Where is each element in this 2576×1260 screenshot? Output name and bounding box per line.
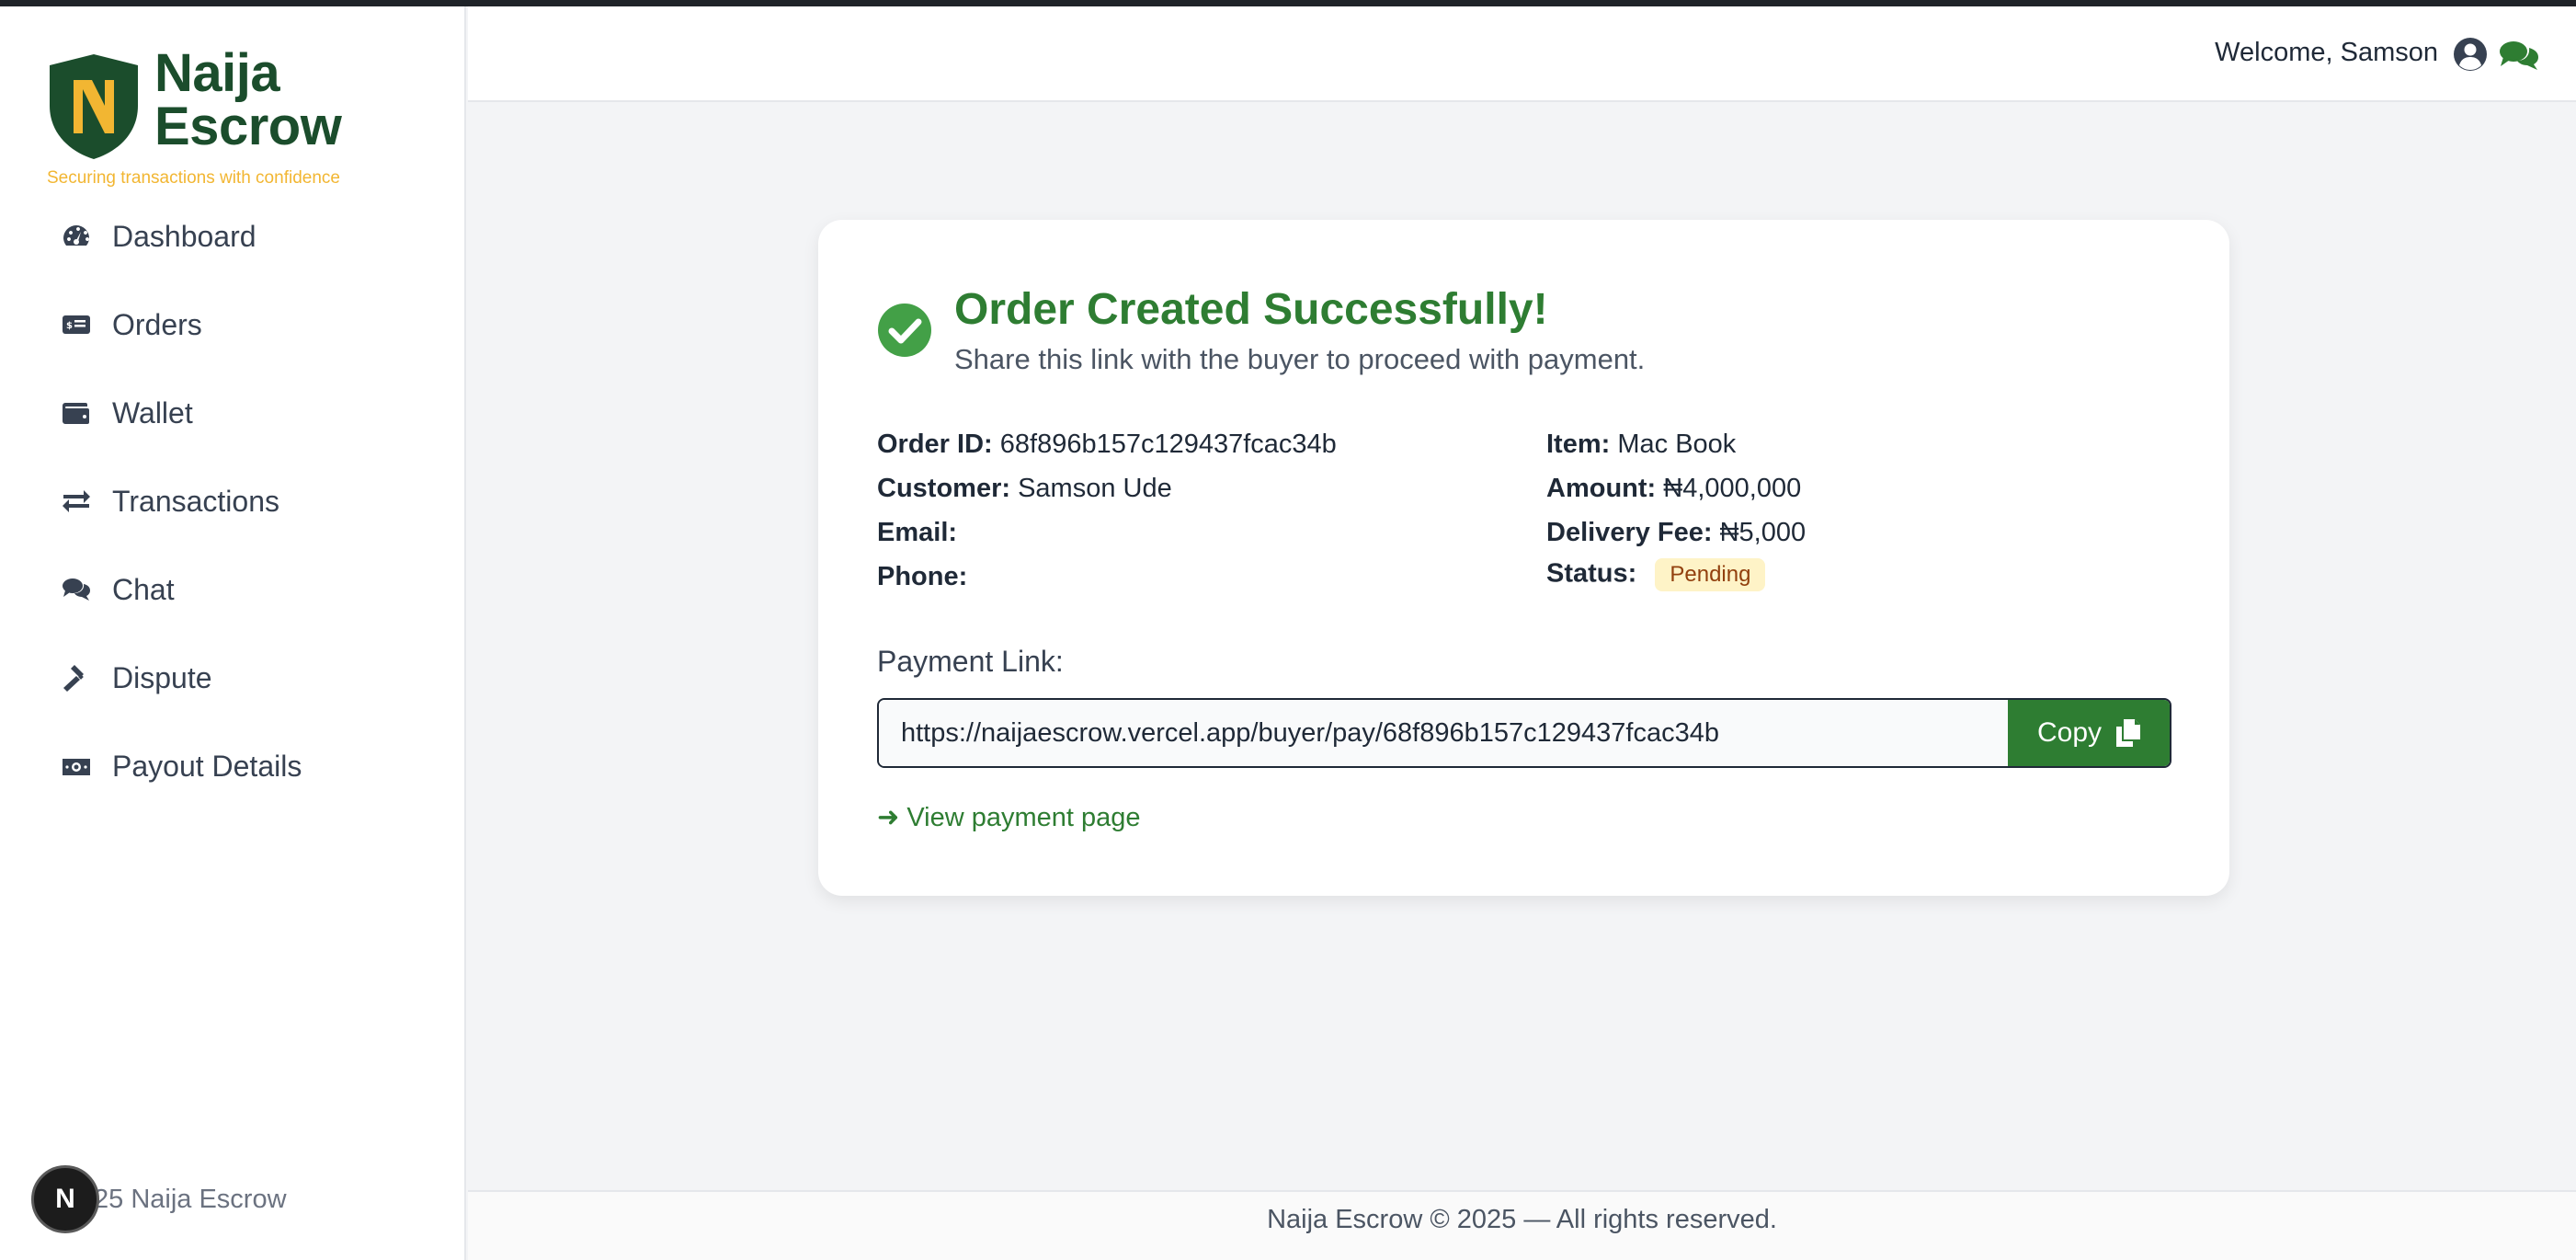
- copy-button-label: Copy: [2036, 717, 2103, 748]
- sidebar-item-dispute[interactable]: Dispute: [0, 634, 464, 722]
- orders-card-icon: $: [61, 309, 92, 340]
- order-id-row: Order ID: 68f896b157c129437fcac34b: [877, 430, 1337, 460]
- sidebar-item-chat[interactable]: Chat: [0, 545, 464, 634]
- delivery-fee-value: ₦5,000: [1719, 518, 1807, 547]
- amount-value: ₦4,000,000: [1663, 474, 1802, 503]
- sidebar-item-label: Wallet: [112, 395, 193, 430]
- svg-text:$: $: [66, 321, 73, 331]
- sidebar-item-label: Dispute: [112, 660, 212, 694]
- delivery-fee-row: Delivery Fee: ₦5,000: [1546, 518, 1806, 548]
- sidebar-item-wallet[interactable]: Wallet: [0, 369, 464, 457]
- delivery-fee-label: Delivery Fee:: [1546, 518, 1713, 547]
- sidebar: Naija Escrow Securing transactions with …: [0, 6, 466, 1260]
- payment-link-group: Copy: [877, 698, 2171, 768]
- dashboard-gauge-icon: [61, 221, 92, 252]
- sidebar-item-label: Payout Details: [112, 749, 302, 783]
- copy-button[interactable]: Copy: [2008, 700, 2170, 766]
- sidebar-nav: Dashboard $ Orders Wallet Transactions C…: [0, 192, 464, 810]
- customer-value: Samson Ude: [1018, 474, 1172, 503]
- email-row: Email:: [877, 518, 957, 548]
- sidebar-footer: N 25 Naija Escrow: [31, 1165, 287, 1233]
- item-value: Mac Book: [1617, 430, 1737, 459]
- top-header: Welcome, Samson: [468, 6, 2576, 102]
- sidebar-item-payout-details[interactable]: Payout Details: [0, 722, 464, 810]
- money-bill-icon: [61, 750, 92, 782]
- card-title: Order Created Successfully!: [954, 285, 1548, 334]
- nextjs-dev-badge[interactable]: N: [31, 1165, 99, 1233]
- sidebar-item-dashboard[interactable]: Dashboard: [0, 192, 464, 281]
- sidebar-item-label: Transactions: [112, 484, 279, 518]
- order-id-value: 68f896b157c129437fcac34b: [999, 430, 1337, 459]
- welcome-text: Welcome, Samson: [2215, 38, 2438, 67]
- customer-label: Customer:: [877, 474, 1011, 503]
- amount-row: Amount: ₦4,000,000: [1546, 474, 1801, 504]
- sidebar-item-label: Dashboard: [112, 219, 256, 253]
- brand-tagline: Securing transactions with confidence: [47, 168, 340, 188]
- item-label: Item:: [1546, 430, 1611, 459]
- copy-icon: [2116, 719, 2141, 747]
- item-row: Item: Mac Book: [1546, 430, 1736, 460]
- customer-row: Customer: Samson Ude: [877, 474, 1172, 504]
- top-dark-strip: [0, 0, 2576, 6]
- sidebar-item-transactions[interactable]: Transactions: [0, 457, 464, 545]
- email-label: Email:: [877, 518, 958, 547]
- sidebar-item-label: Chat: [112, 572, 175, 606]
- brand-name: Naija Escrow: [154, 43, 342, 156]
- sidebar-item-label: Orders: [112, 307, 202, 341]
- sidebar-copyright: 25 Naija Escrow: [94, 1184, 287, 1214]
- payment-link-input[interactable]: [879, 700, 2008, 766]
- shield-logo-icon: [50, 54, 138, 159]
- brand-name-line1: Naija: [154, 43, 280, 103]
- gavel-icon: [61, 662, 92, 693]
- sidebar-item-orders[interactable]: $ Orders: [0, 281, 464, 369]
- phone-label: Phone:: [877, 562, 968, 591]
- brand-name-line2: Escrow: [154, 97, 342, 156]
- status-badge: Pending: [1655, 558, 1766, 591]
- page-footer: Naija Escrow © 2025 — All rights reserve…: [468, 1190, 2576, 1260]
- status-row: Status: Pending: [1546, 558, 1766, 591]
- card-subtitle: Share this link with the buyer to procee…: [954, 343, 1646, 375]
- check-circle-icon: [878, 304, 931, 357]
- wallet-icon: [61, 397, 92, 429]
- status-label: Status:: [1546, 558, 1637, 589]
- chat-bubbles-icon[interactable]: [2499, 40, 2539, 71]
- chat-bubbles-icon: [61, 574, 92, 605]
- footer-copyright: Naija Escrow © 2025 — All rights reserve…: [1267, 1205, 1777, 1234]
- order-id-label: Order ID:: [877, 430, 993, 459]
- phone-row: Phone:: [877, 562, 967, 592]
- user-circle-icon[interactable]: [2453, 37, 2488, 72]
- transfer-arrows-icon: [61, 486, 92, 517]
- view-payment-page-link[interactable]: ➜ View payment page: [877, 801, 1141, 833]
- amount-label: Amount:: [1546, 474, 1657, 503]
- payment-link-label: Payment Link:: [877, 645, 1064, 678]
- brand-logo[interactable]: Naija Escrow Securing transactions with …: [46, 47, 395, 194]
- order-success-card: Order Created Successfully! Share this l…: [818, 220, 2229, 896]
